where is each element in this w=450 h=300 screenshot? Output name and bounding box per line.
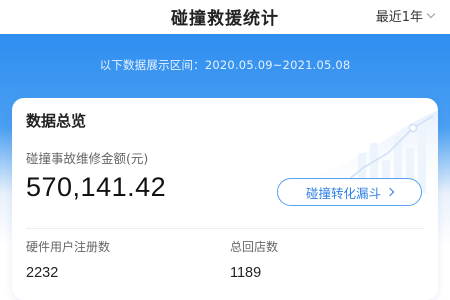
time-range-label: 最近1年 — [375, 10, 423, 25]
time-range-select[interactable]: 最近1年 — [375, 6, 436, 25]
repair-amount-value: 570,141.42 — [26, 172, 167, 202]
divider — [26, 228, 424, 229]
hardware-users-label: 硬件用户注册数 — [26, 240, 111, 254]
section-title: 数据总览 — [26, 112, 87, 130]
collision-funnel-button[interactable]: 碰撞转化漏斗 — [277, 178, 422, 206]
hardware-users-value: 2232 — [26, 265, 59, 281]
chevron-right-icon — [385, 187, 395, 197]
app-header: 碰撞救援统计 最近1年 — [0, 0, 450, 34]
collision-funnel-button-label: 碰撞转化漏斗 — [305, 185, 381, 201]
total-returns-value: 1189 — [230, 265, 262, 281]
chevron-down-icon — [426, 9, 436, 18]
repair-amount-label: 碰撞事故维修金额(元) — [26, 151, 149, 166]
total-returns-stat: 总回店数 1189 — [230, 238, 278, 281]
date-range-text: 以下数据展示区间：2020.05.09~2021.05.08 — [99, 58, 351, 72]
overview-card: 数据总览 碰撞事故维修金额(元) 570,141.42 碰撞转化漏斗 硬件用户注… — [12, 98, 438, 300]
hardware-users-stat: 硬件用户注册数 2232 — [26, 238, 110, 281]
total-returns-label: 总回店数 — [230, 240, 279, 254]
